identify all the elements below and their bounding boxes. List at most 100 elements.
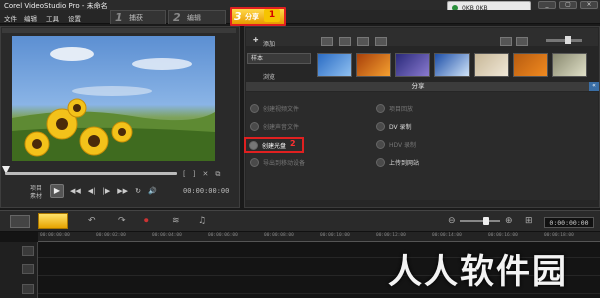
menu-edit[interactable]: 编辑	[24, 13, 37, 23]
media-thumbnail[interactable]	[434, 53, 470, 77]
project-playback-option[interactable]: 项目回放	[376, 104, 413, 113]
image-filter-icon[interactable]	[357, 37, 369, 46]
media-thumbnail[interactable]	[551, 53, 587, 77]
create-sound-file-option[interactable]: 创建声音文件	[250, 122, 299, 131]
split-clip-button[interactable]: ✕	[202, 170, 208, 178]
ruler-tick-label: 00:00:06:00	[208, 233, 238, 238]
ruler-tick-label: 00:00:10:00	[320, 233, 350, 238]
preview-header	[2, 28, 236, 33]
timeline-zoom-slider[interactable]	[460, 220, 500, 222]
thumbnail-size-knob[interactable]	[565, 36, 571, 44]
globe-icon	[376, 158, 385, 167]
audio-mixer-icon[interactable]: ≋	[172, 216, 180, 226]
auto-music-icon[interactable]: ♫	[198, 216, 206, 226]
timeline-ruler[interactable]: 00:00:00:00 00:00:02:00 00:00:04:00 00:0…	[38, 232, 600, 242]
watermark-text: 人人软件园	[388, 252, 568, 292]
video-track-icon[interactable]	[22, 246, 34, 256]
media-thumbnail[interactable]	[512, 53, 548, 77]
step-label: 捕获	[129, 14, 143, 22]
menu-tools[interactable]: 工具	[46, 13, 59, 23]
media-thumbnail[interactable]	[317, 53, 353, 77]
menu-file[interactable]: 文件	[4, 13, 17, 23]
video-filter-icon[interactable]	[339, 37, 351, 46]
playback-mode-labels: 项目 素材	[30, 185, 42, 201]
option-label: DV 录制	[389, 124, 412, 131]
collapse-chevron-icon[interactable]: «	[589, 82, 599, 91]
add-icon[interactable]: ✚	[253, 36, 258, 44]
library-toolbar	[246, 28, 598, 46]
step-tab-edit[interactable]: 2 编辑	[168, 10, 226, 24]
home-icon[interactable]: ◀◀	[70, 187, 81, 195]
undo-icon[interactable]: ↶	[88, 216, 96, 226]
minimize-button[interactable]: _	[538, 1, 556, 9]
view-toggle-icon[interactable]	[500, 37, 512, 46]
dv-record-option[interactable]: DV 录制	[376, 122, 412, 131]
preview-timecode[interactable]: 00:00:00:00	[183, 187, 229, 195]
timeline-timecode[interactable]: 0:00:00:00	[544, 217, 594, 228]
ruler-tick-label: 00:00:14:00	[432, 233, 462, 238]
ruler-tick-label: 00:00:16:00	[488, 233, 518, 238]
upload-web-option[interactable]: 上传到网站	[376, 158, 419, 167]
annotation-marker-2: 2	[290, 139, 296, 148]
close-button[interactable]: ×	[580, 1, 598, 9]
hdv-record-option[interactable]: HDV 录制	[376, 140, 416, 149]
step-label: 编辑	[187, 14, 201, 22]
folder-icon[interactable]	[321, 37, 333, 46]
title-track-icon[interactable]	[22, 284, 34, 294]
disc-icon	[249, 140, 258, 150]
share-panel-title: 分享	[246, 82, 590, 91]
next-frame-icon[interactable]: |▶	[103, 187, 111, 195]
maximize-button[interactable]: ▢	[559, 1, 577, 9]
storyboard-view-button[interactable]	[10, 215, 30, 228]
sort-icon[interactable]	[516, 37, 528, 46]
redo-icon[interactable]: ↷	[118, 216, 126, 226]
library-folder-select[interactable]: 样本	[247, 53, 311, 64]
create-video-file-option[interactable]: 创建视频文件	[250, 104, 299, 113]
camcorder-icon	[376, 122, 385, 131]
add-label[interactable]: 添加	[263, 39, 275, 48]
browse-button[interactable]: 浏览	[263, 72, 275, 81]
timeline-zoom-knob[interactable]	[483, 217, 489, 225]
media-thumbnail[interactable]	[356, 53, 392, 77]
step-label: 分享	[245, 13, 259, 21]
zoom-in-icon[interactable]: ⊕	[505, 216, 513, 226]
play-button[interactable]: ▶	[50, 184, 64, 198]
trim-controls: [ ] ✕ ⧉	[183, 170, 231, 178]
ruler-tick-label: 00:00:18:00	[544, 233, 574, 238]
scrubber-track[interactable]	[5, 172, 177, 175]
previous-frame-icon[interactable]: ◀|	[88, 187, 96, 195]
video-preview	[12, 36, 215, 161]
media-thumbnails	[317, 53, 587, 77]
media-thumbnail[interactable]	[395, 53, 431, 77]
option-label: 创建视频文件	[263, 106, 300, 113]
enlarge-preview-button[interactable]: ⧉	[215, 170, 220, 178]
mark-out-button[interactable]: ]	[193, 170, 196, 178]
record-icon[interactable]: ⏺	[144, 216, 149, 226]
clip-mode-label[interactable]: 素材	[30, 193, 42, 201]
sunflower-scene-image	[12, 47, 215, 161]
option-label: 创建声音文件	[263, 124, 300, 131]
transport-controls: ◀◀ ◀| |▶ ▶▶ ↻ 🔊	[70, 187, 157, 195]
project-mode-label[interactable]: 项目	[30, 185, 42, 193]
step-tab-capture[interactable]: 1 捕获	[110, 10, 166, 24]
zoom-out-icon[interactable]: ⊖	[448, 216, 456, 226]
fit-project-icon[interactable]: ⊞	[525, 216, 533, 226]
option-label: 上传到网站	[389, 160, 420, 167]
timeline-view-button[interactable]	[38, 213, 68, 229]
playback-icon	[376, 104, 385, 113]
option-label: 导出到移动设备	[263, 160, 306, 167]
audio-filter-icon[interactable]	[375, 37, 387, 46]
volume-icon[interactable]: 🔊	[148, 187, 157, 195]
option-label: HDV 录制	[389, 142, 417, 149]
ruler-tick-label: 00:00:12:00	[376, 233, 406, 238]
thumbnail-size-slider[interactable]	[546, 39, 582, 42]
mark-in-button[interactable]: [	[183, 170, 186, 178]
repeat-icon[interactable]: ↻	[135, 187, 141, 195]
export-mobile-option[interactable]: 导出到移动设备	[250, 158, 305, 167]
ruler-tick-label: 00:00:08:00	[264, 233, 294, 238]
overlay-track-icon[interactable]	[22, 264, 34, 274]
media-thumbnail[interactable]	[473, 53, 509, 77]
option-label: 创建光盘	[262, 142, 287, 150]
end-icon[interactable]: ▶▶	[117, 187, 128, 195]
menu-settings[interactable]: 设置	[68, 13, 81, 23]
